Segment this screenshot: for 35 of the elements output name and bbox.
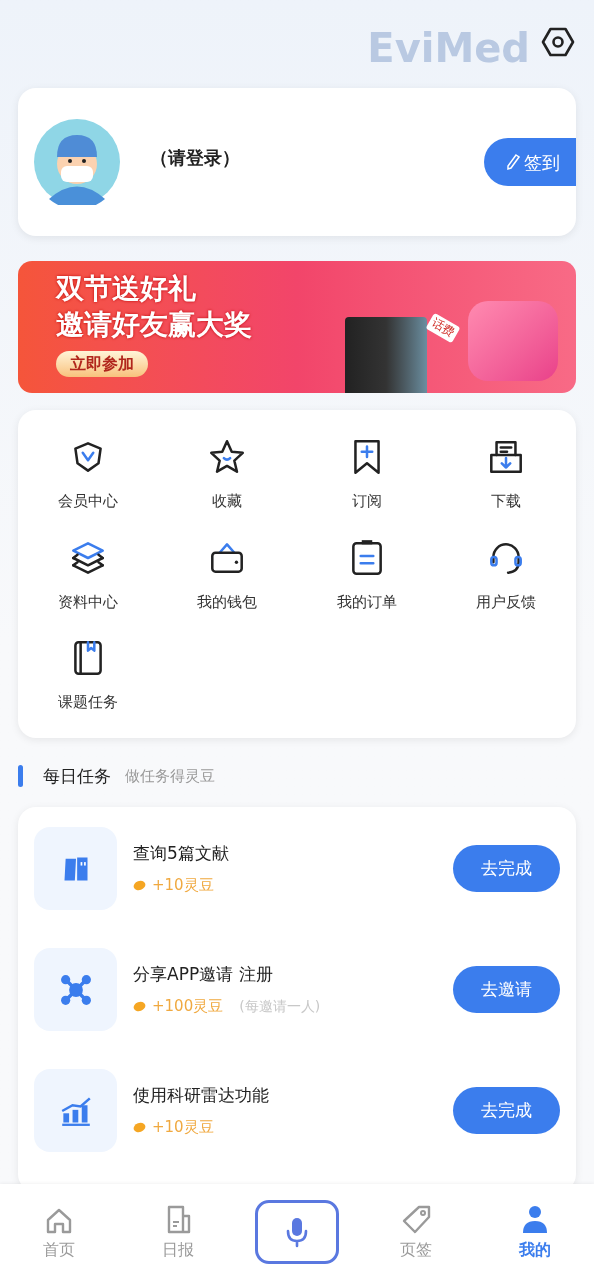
join-now-button[interactable]: 立即参加 [56,351,148,377]
section-title: 每日任务 [43,764,111,788]
section-accent-bar [18,765,23,788]
bean-icon [133,1000,146,1012]
shortcut-label[interactable]: 收藏 [212,490,243,513]
pencil-icon [506,154,520,170]
login-prompt[interactable]: （请登录） [150,143,240,171]
task-title: 使用科研雷达功能 [133,1083,269,1107]
shortcut-label[interactable]: 会员中心 [57,490,118,513]
bean-icon [133,879,146,891]
task-action-button[interactable]: 去完成 [453,845,560,892]
reward-text: +10灵豆 [152,1117,214,1138]
check-in-button[interactable]: 签到 [484,138,576,186]
banner-headline: 双节送好礼 [56,271,197,307]
task-title: 分享APP邀请 注册 [133,962,274,986]
shortcut-label[interactable]: 课题任务 [57,691,118,714]
banner-tag: 话费 [425,312,461,344]
shortcut-label[interactable]: 我的钱包 [197,590,258,613]
shortcut-label[interactable]: 用户反馈 [476,590,537,613]
shortcut-label[interactable]: 下载 [491,490,522,513]
banner-headline: 邀请好友赢大奖 [56,307,252,343]
shortcut-label[interactable]: 订阅 [351,490,382,513]
task-action-button[interactable]: 去完成 [453,1087,560,1134]
shortcut-label[interactable]: 资料中心 [57,590,118,613]
voice-button[interactable] [255,1200,339,1264]
section-subtitle: 做任务得灵豆 [125,766,215,787]
microphone-icon [284,1216,310,1248]
reward-text: +100灵豆 [152,996,224,1017]
nav-tab[interactable]: 我的 [475,1202,594,1262]
task-action-button[interactable]: 去邀请 [453,966,560,1013]
bean-icon [133,1121,146,1133]
task-title: 查询5篇文献 [133,841,229,865]
shortcut-label[interactable]: 我的订单 [336,590,397,613]
reward-text: +10灵豆 [152,875,214,896]
promo-banner[interactable]: 双节送好礼 邀请好友赢大奖 立即参加 话费 [18,261,576,393]
